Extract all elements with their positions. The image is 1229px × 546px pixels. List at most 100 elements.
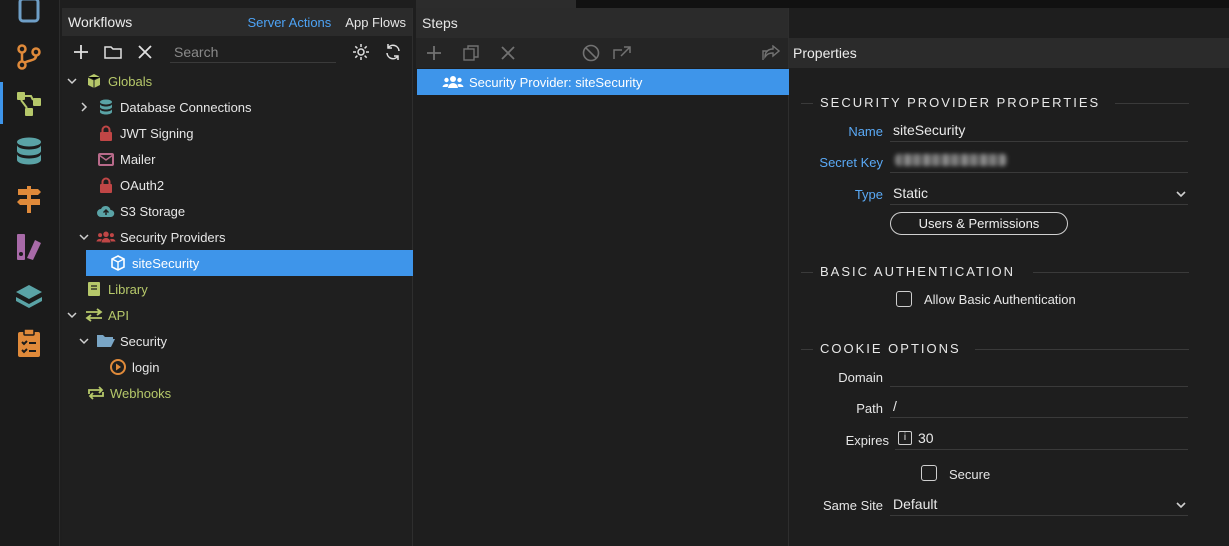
editor-tab[interactable]: [416, 0, 576, 8]
chevron-down-icon[interactable]: [64, 307, 80, 323]
name-field[interactable]: siteSecurity: [890, 118, 1188, 142]
chevron-down-icon[interactable]: [76, 333, 92, 349]
name-label: Name: [848, 124, 883, 139]
panel-title: Properties: [793, 45, 857, 61]
properties-header: Properties: [789, 38, 1229, 68]
chevron-right-icon[interactable]: [76, 99, 92, 115]
search-input[interactable]: [170, 41, 336, 63]
step-label: Security Provider: siteSecurity: [469, 74, 643, 90]
tree-item-globals[interactable]: Globals: [62, 68, 413, 94]
tree-item-security-providers[interactable]: Security Providers: [62, 224, 413, 250]
chevron-down-icon[interactable]: [64, 73, 80, 89]
info-icon[interactable]: i: [898, 430, 912, 445]
close-icon: [500, 46, 515, 60]
tree-item-label: Webhooks: [110, 385, 172, 401]
active-indicator: [0, 82, 3, 124]
export-step-button[interactable]: [612, 42, 631, 64]
users-permissions-button[interactable]: Users & Permissions: [890, 212, 1068, 235]
add-button[interactable]: [68, 38, 94, 66]
delete-button[interactable]: [132, 38, 158, 66]
allow-basic-auth-checkbox[interactable]: [896, 291, 912, 307]
domain-field[interactable]: [890, 363, 1188, 387]
path-field[interactable]: /: [890, 394, 1188, 418]
section-title-cookie-options: COOKIE OPTIONS: [820, 341, 961, 356]
section-divider: [975, 349, 1189, 350]
properties-panel: Properties SECURITY PROVIDER PROPERTIES …: [789, 38, 1229, 546]
git-branch-icon[interactable]: [12, 40, 46, 74]
server-actions-link[interactable]: Server Actions: [247, 15, 331, 30]
users-icon: [441, 73, 465, 91]
expires-field[interactable]: i 30: [895, 426, 1188, 450]
panel-title: Steps: [422, 15, 458, 31]
same-site-label: Same Site: [823, 498, 883, 513]
same-site-select[interactable]: Default: [890, 492, 1188, 516]
layers-icon[interactable]: [12, 280, 46, 314]
allow-basic-auth-label: Allow Basic Authentication: [924, 292, 1076, 307]
tree-item-label: Security Providers: [120, 229, 226, 245]
cube-icon: [108, 254, 128, 272]
database-icon[interactable]: [12, 134, 46, 168]
copy-step-button[interactable]: [461, 42, 480, 64]
type-label: Type: [854, 187, 883, 202]
tree-item-label: API: [108, 307, 129, 323]
add-folder-button[interactable]: [100, 38, 126, 66]
panel-title: Workflows: [68, 14, 133, 30]
tree-item-label: Database Connections: [120, 99, 252, 115]
add-step-button[interactable]: [424, 42, 443, 64]
path-value: /: [893, 397, 897, 414]
secret-key-blurred-value: [895, 154, 1007, 166]
cloud-upload-icon: [96, 202, 116, 220]
section-title-security-provider: SECURITY PROVIDER PROPERTIES: [820, 95, 1101, 110]
steps-header: Steps: [416, 8, 788, 38]
pages-icon[interactable]: [12, 0, 46, 28]
folder-open-icon: [96, 332, 116, 350]
section-divider: [801, 349, 813, 350]
database-icon: [96, 98, 116, 116]
tree-item-label: Library: [108, 281, 148, 297]
tree-item-jwt-signing[interactable]: JWT Signing: [62, 120, 413, 146]
folder-icon: [104, 46, 122, 59]
tree-item-mailer[interactable]: Mailer: [62, 146, 413, 172]
tree-item-oauth2[interactable]: OAuth2: [62, 172, 413, 198]
export-icon: [612, 46, 631, 59]
app-flows-link[interactable]: App Flows: [345, 15, 406, 30]
signpost-icon[interactable]: [12, 182, 46, 216]
type-select[interactable]: Static: [890, 181, 1188, 205]
tree-item-s3-storage[interactable]: S3 Storage: [62, 198, 413, 224]
delete-step-button[interactable]: [498, 42, 517, 64]
tree-item-database-connections[interactable]: Database Connections: [62, 94, 413, 120]
workflows-panel: Workflows Server Actions App Flows Globa…: [62, 8, 413, 546]
name-value: siteSecurity: [893, 121, 966, 138]
tree-item-site-security[interactable]: siteSecurity: [86, 250, 413, 276]
tree-item-webhooks[interactable]: Webhooks: [62, 380, 413, 406]
tree-item-label: OAuth2: [120, 177, 165, 193]
tree-item-library[interactable]: Library: [62, 276, 413, 302]
tree-item-label: Mailer: [120, 151, 156, 167]
disable-step-button[interactable]: [581, 42, 600, 64]
workflows-toolbar: [62, 36, 412, 68]
tree-item-api[interactable]: API: [62, 302, 413, 328]
ban-icon: [582, 44, 599, 62]
design-tools-icon[interactable]: [12, 230, 46, 264]
gear-icon: [353, 44, 369, 60]
share-icon: [761, 45, 780, 60]
step-item-security-provider[interactable]: Security Provider: siteSecurity: [417, 69, 789, 95]
play-circle-icon: [108, 358, 128, 376]
users-icon: [96, 228, 116, 246]
share-step-button[interactable]: [761, 42, 780, 64]
tree-item-label: Globals: [108, 73, 153, 89]
steps-panel: Steps Security Provider: siteSecurity: [416, 8, 789, 546]
tree-item-label: JWT Signing: [120, 125, 194, 141]
tree-item-login[interactable]: login: [62, 354, 413, 380]
chevron-down-icon[interactable]: [76, 229, 92, 245]
type-value: Static: [893, 184, 929, 201]
arrows-exchange-icon: [84, 306, 104, 324]
cube-icon: [84, 72, 104, 90]
refresh-button[interactable]: [380, 38, 406, 66]
tree-item-security-folder[interactable]: Security: [62, 328, 413, 354]
clipboard-icon[interactable]: [12, 326, 46, 360]
settings-button[interactable]: [348, 38, 374, 66]
workflows-icon[interactable]: [12, 86, 46, 120]
expires-label: Expires: [845, 433, 889, 448]
secure-checkbox[interactable]: [921, 465, 937, 481]
